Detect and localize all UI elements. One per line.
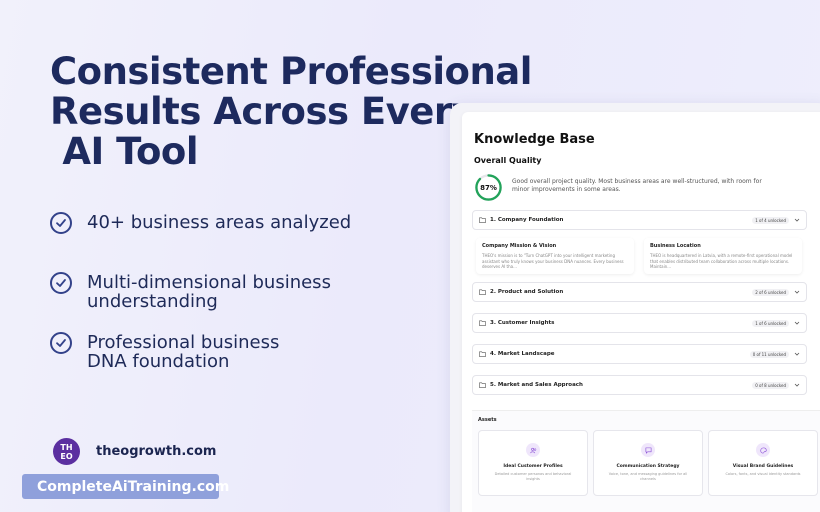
folder-icon (479, 289, 486, 295)
check-circle-icon (50, 272, 72, 294)
asset-description: Detailed customer personas and behaviora… (494, 472, 572, 481)
section-company-foundation[interactable]: 1. Company Foundation 1 of 4 unlocked (472, 210, 807, 230)
subsection-description: THEO is headquartered in Latvia, with a … (650, 253, 793, 269)
subsection-card[interactable]: Company Mission & Vision THEO's mission … (476, 238, 634, 274)
section-product-and-solution[interactable]: 2. Product and Solution 2 of 6 unlocked (472, 282, 807, 302)
check-circle-icon (50, 332, 72, 354)
brand: TH EO theogrowth.com (53, 438, 216, 465)
section-market-and-sales-approach[interactable]: 5. Market and Sales Approach 0 of 8 unlo… (472, 375, 807, 395)
watermark-badge: CompleteAiTraining.com (22, 474, 229, 499)
unlock-count-badge: 2 of 6 unlocked (752, 288, 789, 296)
subsection-description: THEO's mission is to "Turn ChatGPT into … (482, 253, 624, 269)
asset-card-ideal-customer-profiles[interactable]: Ideal Customer Profiles Detailed custome… (478, 430, 588, 496)
section-label: 5. Market and Sales Approach (490, 382, 583, 388)
theo-logo[interactable]: TH EO (53, 438, 80, 465)
chat-icon (641, 443, 655, 457)
assets-heading: Assets (478, 417, 497, 423)
chevron-down-icon[interactable] (794, 289, 800, 295)
unlock-count-badge: 1 of 4 unlocked (752, 216, 789, 224)
brand-domain-link[interactable]: theogrowth.com (96, 444, 216, 459)
feature-item: Professional business DNA foundation (50, 331, 279, 371)
section-label: 2. Product and Solution (490, 289, 564, 295)
quality-percent-label: 87% (480, 183, 497, 192)
feature-item: Multi-dimensional business understanding (50, 271, 331, 311)
section-customer-insights[interactable]: 3. Customer Insights 1 of 6 unlocked (472, 313, 807, 333)
folder-icon (479, 320, 486, 326)
headline-line-1: Consistent Professional (50, 50, 532, 93)
asset-title: Ideal Customer Profiles (503, 464, 563, 469)
unlock-count-badge: 0 of 11 unlocked (749, 350, 789, 358)
overall-quality-heading: Overall Quality (474, 156, 542, 165)
asset-title: Visual Brand Guidelines (732, 464, 794, 469)
feature-text: Multi-dimensional business understanding (87, 272, 331, 312)
subsection-card[interactable]: Business Location THEO is headquartered … (644, 238, 802, 274)
quality-description: Good overall project quality. Most busin… (512, 178, 762, 193)
watermark-text: CompleteAiTraining.com (37, 478, 230, 495)
asset-title: Communication Strategy (616, 464, 680, 469)
users-icon (526, 443, 540, 457)
page-title: Knowledge Base (474, 132, 595, 147)
chevron-down-icon[interactable] (794, 320, 800, 326)
folder-icon (479, 351, 486, 357)
feature-item: 40+ business areas analyzed (50, 211, 351, 234)
chevron-down-icon[interactable] (794, 382, 800, 388)
chevron-down-icon[interactable] (794, 217, 800, 223)
section-label: 3. Customer Insights (490, 320, 555, 326)
feature-text: Professional business DNA foundation (87, 332, 280, 372)
unlock-count-badge: 1 of 6 unlocked (752, 319, 789, 327)
chevron-down-icon[interactable] (794, 351, 800, 357)
feature-text: 40+ business areas analyzed (87, 212, 352, 233)
subsection-title: Company Mission & Vision (482, 243, 557, 249)
asset-card-visual-brand-guidelines[interactable]: Visual Brand Guidelines Colors, fonts, a… (708, 430, 818, 496)
section-market-landscape[interactable]: 4. Market Landscape 0 of 11 unlocked (472, 344, 807, 364)
section-label: 1. Company Foundation (490, 217, 564, 223)
folder-icon (479, 217, 486, 223)
asset-description: Colors, fonts, and visual identity stand… (725, 472, 801, 476)
knowledge-base-card: Knowledge Base Overall Quality 87% Good … (462, 112, 820, 512)
section-label: 4. Market Landscape (490, 351, 555, 357)
asset-description: Voice, tone, and messaging guidelines fo… (608, 472, 688, 481)
unlock-count-badge: 0 of 8 unlocked (752, 381, 789, 389)
asset-card-communication-strategy[interactable]: Communication Strategy Voice, tone, and … (593, 430, 703, 496)
check-circle-icon (50, 212, 72, 234)
folder-icon (479, 382, 486, 388)
subsection-title: Business Location (650, 243, 701, 249)
palette-icon (756, 443, 770, 457)
